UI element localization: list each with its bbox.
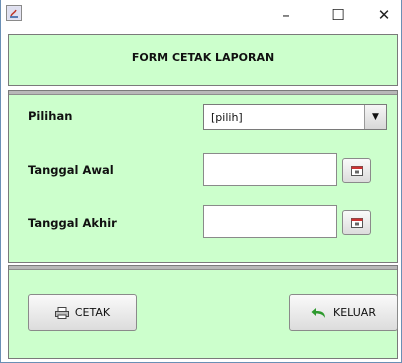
keluar-button-label: KELUAR xyxy=(333,306,376,319)
dropdown-arrow-icon[interactable]: ▼ xyxy=(364,105,386,129)
cetak-button-label: CETAK xyxy=(74,306,111,319)
tanggal-awal-field[interactable] xyxy=(203,153,337,186)
panel-divider xyxy=(9,91,397,95)
tanggal-akhir-label: Tanggal Akhir xyxy=(28,216,117,230)
pilihan-selected-value: [pilih] xyxy=(211,111,243,124)
form-title: FORM CETAK LAPORAN xyxy=(131,51,275,64)
title-bar[interactable]: – ☐ ✕ xyxy=(1,0,401,30)
maximize-button[interactable]: ☐ xyxy=(321,4,355,26)
pilihan-combobox[interactable]: [pilih] ▼ xyxy=(203,104,387,130)
footer-panel: CETAK KELUAR xyxy=(8,265,398,359)
app-window: – ☐ ✕ FORM CETAK LAPORAN Pilihan [pilih]… xyxy=(0,0,402,363)
close-button[interactable]: ✕ xyxy=(367,4,401,26)
calendar-icon xyxy=(350,165,363,176)
pilihan-label: Pilihan xyxy=(28,109,73,123)
printer-icon xyxy=(54,306,69,319)
form-panel: Pilihan [pilih] ▼ Tanggal Awal Tanggal A… xyxy=(8,90,398,263)
tanggal-akhir-calendar-button[interactable] xyxy=(342,210,371,235)
undo-arrow-icon xyxy=(311,307,326,318)
header-panel: FORM CETAK LAPORAN xyxy=(8,34,398,86)
java-app-icon xyxy=(6,5,22,21)
cetak-button[interactable]: CETAK xyxy=(28,294,137,331)
minimize-button[interactable]: – xyxy=(269,4,303,26)
tanggal-akhir-field[interactable] xyxy=(203,205,337,238)
tanggal-awal-label: Tanggal Awal xyxy=(28,163,114,177)
keluar-button[interactable]: KELUAR xyxy=(289,294,398,331)
tanggal-awal-calendar-button[interactable] xyxy=(342,158,371,183)
calendar-icon xyxy=(350,217,363,228)
panel-divider xyxy=(9,266,397,270)
